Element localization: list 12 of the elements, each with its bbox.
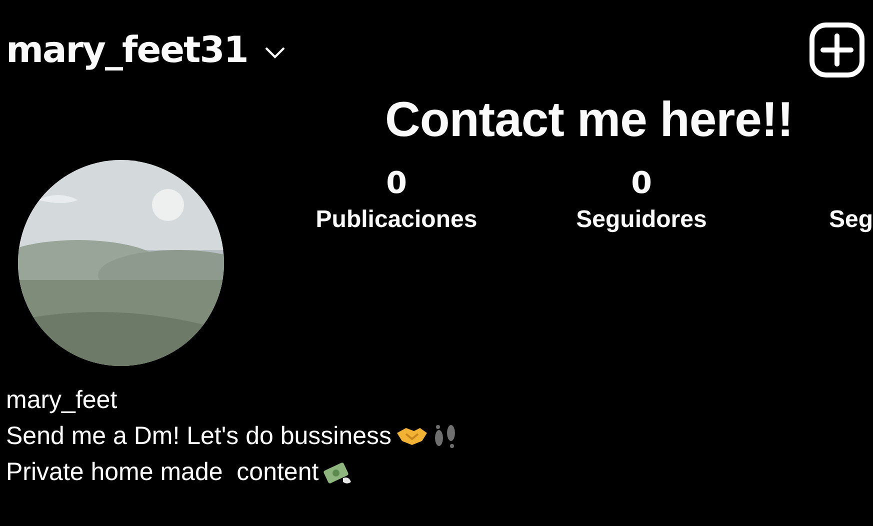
stat-count: 0: [386, 166, 407, 203]
stat-label[interactable]: Publicaciones: [316, 206, 478, 234]
profile-name: mary_feet: [6, 385, 118, 416]
stat-count: 0: [631, 166, 652, 203]
bio-text: Send me a Dm! Let's do bussiness: [6, 421, 392, 452]
username[interactable]: mary_feet31: [6, 30, 248, 70]
bio-text: Private home made content: [6, 457, 319, 488]
chevron-down-icon[interactable]: [264, 46, 286, 60]
add-icon[interactable]: [809, 22, 865, 78]
stat-label[interactable]: Seg: [829, 206, 873, 234]
headline: Contact me here!!: [384, 92, 794, 148]
stat-label[interactable]: Seguidores: [576, 206, 707, 234]
